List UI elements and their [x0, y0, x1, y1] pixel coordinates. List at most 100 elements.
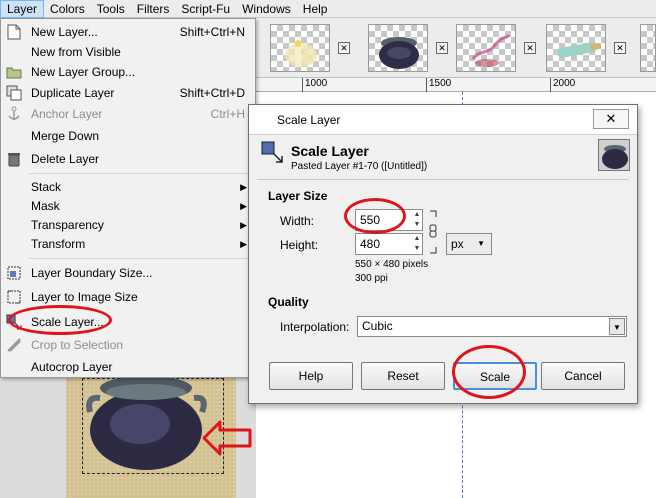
- menu-layer[interactable]: Layer: [0, 0, 45, 18]
- close-icon[interactable]: ✕: [614, 42, 626, 54]
- crop-icon: [6, 337, 22, 353]
- candles-thumbnail: [270, 24, 330, 72]
- menu-item-stack[interactable]: Stack ▶: [1, 177, 255, 197]
- height-label: Height:: [280, 238, 319, 252]
- layer-boundary-icon: [6, 265, 22, 281]
- menu-item-label: Autocrop Layer: [31, 360, 113, 374]
- reset-button[interactable]: Reset: [361, 362, 445, 390]
- bottle-thumbnail: [546, 24, 606, 72]
- menu-windows[interactable]: Windows: [236, 0, 297, 18]
- anchor-icon: [6, 106, 22, 122]
- menu-item-layer-to-image-size[interactable]: Layer to Image Size: [1, 287, 255, 307]
- spin-up-icon[interactable]: ▲: [412, 234, 422, 244]
- spin-down-icon[interactable]: ▼: [412, 220, 422, 230]
- help-button[interactable]: Help: [269, 362, 353, 390]
- menu-help[interactable]: Help: [297, 0, 334, 18]
- quality-heading: Quality: [268, 295, 309, 309]
- menu-item-new-from-visible[interactable]: New from Visible: [1, 42, 255, 62]
- menu-item-scale-layer[interactable]: Scale Layer...: [1, 312, 255, 332]
- menu-item-label: New from Visible: [31, 45, 121, 59]
- menu-item-label: Layer to Image Size: [31, 290, 138, 304]
- menu-tools[interactable]: Tools: [91, 0, 131, 18]
- close-icon[interactable]: ✕: [338, 42, 350, 54]
- close-icon[interactable]: ✕: [436, 42, 448, 54]
- unit-value: px: [451, 237, 464, 251]
- dialog-titlebar[interactable]: Scale Layer ✕: [249, 105, 637, 135]
- menu-item-label: Transform: [31, 237, 86, 251]
- menu-colors[interactable]: Colors: [44, 0, 91, 18]
- menu-item-autocrop-layer[interactable]: Autocrop Layer: [1, 357, 255, 377]
- unit-select[interactable]: px ▼: [446, 233, 492, 255]
- canvas-left-area[interactable]: [0, 378, 256, 498]
- layer-thumbnail: [598, 139, 630, 171]
- interpolation-select[interactable]: Cubic ▼: [357, 316, 627, 337]
- spin-up-icon[interactable]: ▲: [412, 210, 422, 220]
- menu-separator: [29, 173, 253, 174]
- image-tab[interactable]: ✕: [368, 22, 448, 74]
- header-divider: [257, 179, 629, 180]
- image-tab[interactable]: ✕: [546, 22, 626, 74]
- chevron-down-icon: ▼: [477, 239, 485, 248]
- menu-item-shortcut: Ctrl+H: [210, 107, 245, 121]
- menu-item-label: Stack: [31, 180, 62, 194]
- menu-item-layer-boundary-size[interactable]: Layer Boundary Size...: [1, 263, 255, 283]
- menu-item-new-layer[interactable]: New Layer... Shift+Ctrl+N: [1, 22, 255, 42]
- trash-icon: [6, 151, 22, 167]
- layer-size-heading: Layer Size: [268, 189, 328, 203]
- image-tab[interactable]: ✕: [456, 22, 536, 74]
- close-icon[interactable]: ✕: [593, 109, 629, 129]
- interpolation-value: Cubic: [362, 319, 393, 333]
- menu-item-label: Merge Down: [31, 129, 100, 143]
- smoke-thumbnail: [456, 24, 516, 72]
- scale-layer-icon: [261, 141, 283, 163]
- left-arrow-annotation: [202, 420, 252, 456]
- menu-item-crop-to-selection: Crop to Selection: [1, 335, 255, 355]
- menu-item-label: Duplicate Layer: [31, 86, 115, 100]
- dialog-window-title: Scale Layer: [277, 112, 341, 127]
- folder-icon: [6, 64, 22, 80]
- menu-item-mask[interactable]: Mask ▶: [1, 196, 255, 216]
- width-field[interactable]: 550 ▲ ▼: [355, 209, 423, 231]
- menu-item-new-layer-group[interactable]: New Layer Group...: [1, 62, 255, 82]
- new-layer-icon: [6, 24, 22, 40]
- menu-filters[interactable]: Filters: [131, 0, 176, 18]
- spin-down-icon[interactable]: ▼: [412, 244, 422, 254]
- close-icon[interactable]: ✕: [524, 42, 536, 54]
- cancel-button[interactable]: Cancel: [541, 362, 625, 390]
- height-field[interactable]: 480 ▲ ▼: [355, 233, 423, 255]
- chevron-down-icon[interactable]: ▼: [609, 318, 625, 335]
- size-info: 550 × 480 pixels: [355, 259, 429, 270]
- menu-item-label: Layer Boundary Size...: [31, 266, 153, 280]
- menu-item-label: New Layer Group...: [31, 65, 136, 79]
- image-tab[interactable]: ✕: [270, 22, 350, 74]
- merge-down-icon: [6, 128, 22, 144]
- menu-item-anchor-layer: Anchor Layer Ctrl+H: [1, 104, 255, 124]
- layer-to-image-icon: [6, 289, 22, 305]
- resolution-info: 300 ppi: [355, 273, 388, 284]
- scale-layer-dialog: Scale Layer ✕ Scale Layer Pasted Layer #…: [248, 104, 638, 404]
- scale-layer-icon: [6, 314, 22, 330]
- ruler-tick: 1500: [426, 78, 451, 92]
- menu-script-fu[interactable]: Script-Fu: [175, 0, 236, 18]
- menu-item-shortcut: Shift+Ctrl+N: [179, 25, 245, 39]
- scale-button[interactable]: Scale: [453, 362, 537, 390]
- menubar: Layer Colors Tools Filters Script-Fu Win…: [0, 0, 656, 18]
- menu-item-delete-layer[interactable]: Delete Layer: [1, 149, 255, 169]
- menu-item-transparency[interactable]: Transparency ▶: [1, 215, 255, 235]
- width-value: 550: [360, 213, 381, 227]
- menu-item-transform[interactable]: Transform ▶: [1, 234, 255, 254]
- menu-item-duplicate-layer[interactable]: Duplicate Layer Shift+Ctrl+D: [1, 83, 255, 103]
- height-value: 480: [360, 237, 381, 251]
- menu-item-merge-down[interactable]: Merge Down: [1, 126, 255, 146]
- image-tab[interactable]: [640, 22, 656, 74]
- submenu-arrow-icon: ▶: [240, 238, 247, 249]
- horizontal-ruler[interactable]: 1000 1500 2000: [256, 78, 656, 92]
- menu-item-label: Transparency: [31, 218, 104, 232]
- menu-item-label: Mask: [31, 199, 60, 213]
- chain-link-icon[interactable]: [428, 209, 438, 255]
- menu-item-label: Delete Layer: [31, 152, 100, 166]
- dialog-header-title: Scale Layer: [291, 143, 369, 159]
- submenu-arrow-icon: ▶: [240, 200, 247, 211]
- menu-item-label: Crop to Selection: [31, 338, 124, 352]
- duplicate-layer-icon: [6, 85, 22, 101]
